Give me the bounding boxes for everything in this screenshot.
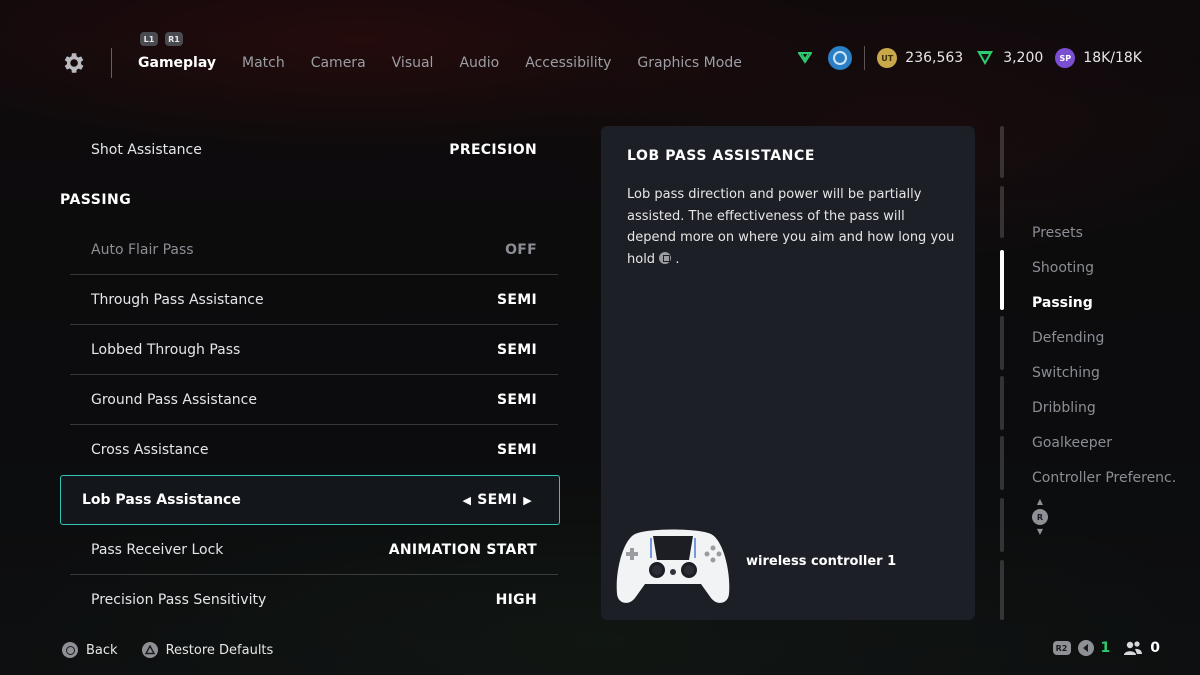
right-stick-scroll-icon: ▲ R ▼ [1031, 498, 1049, 536]
tab-graphics-mode[interactable]: Graphics Mode [637, 55, 741, 71]
scroll-segment [1000, 186, 1004, 238]
setting-row-lobbed-through-pass[interactable]: Lobbed Through Pass SEMI [70, 325, 558, 375]
tab-gameplay[interactable]: Gameplay [138, 55, 216, 71]
setting-value: SEMI [497, 391, 537, 408]
setting-value: ANIMATION START [388, 541, 537, 558]
setting-label: Cross Assistance [91, 442, 209, 458]
online-icon [1077, 640, 1094, 656]
scroll-segment [1000, 126, 1004, 178]
triangle-up-icon: ▲ [1036, 497, 1044, 506]
scroll-segment [1000, 498, 1004, 552]
nav-item-goalkeeper[interactable]: Goalkeeper [1032, 425, 1177, 460]
setting-label: Lobbed Through Pass [91, 341, 241, 358]
scroll-segment [1000, 560, 1004, 620]
status-chevron-icon [798, 52, 813, 64]
setting-label: Shot Assistance [91, 142, 202, 158]
setting-value: SEMI [497, 341, 537, 358]
back-button[interactable]: Back [86, 643, 118, 658]
tab-match[interactable]: Match [242, 55, 285, 71]
controller-icon [616, 529, 730, 603]
footer-status: R2 1 0 [1052, 640, 1160, 656]
scrollbar[interactable] [1000, 126, 1005, 620]
nav-item-passing[interactable]: Passing [1032, 285, 1177, 320]
setting-value: OFF [505, 241, 537, 258]
settings-tabs: Gameplay Match Camera Visual Audio Acces… [138, 55, 742, 71]
nav-item-presets[interactable]: Presets [1032, 215, 1177, 250]
scroll-segment [1000, 436, 1004, 490]
setting-value-selector: ◀ SEMI ▶ [456, 492, 538, 508]
setting-value: PRECISION [449, 142, 537, 158]
tab-camera[interactable]: Camera [311, 55, 366, 71]
points-amount: 3,200 [1003, 50, 1044, 66]
currency-divider [864, 46, 866, 70]
triangle-down-icon: ▼ [1036, 527, 1044, 536]
points-icon [977, 51, 994, 65]
currency-bar: UT 236,563 3,200 SP 18K/18K [798, 46, 1142, 70]
nav-item-dribbling[interactable]: Dribbling [1032, 390, 1177, 425]
square-button-icon [659, 251, 672, 264]
restore-defaults-button[interactable]: Restore Defaults [166, 643, 274, 658]
sp-icon: SP [1055, 48, 1076, 68]
setting-row-pass-receiver-lock[interactable]: Pass Receiver Lock ANIMATION START [70, 525, 558, 575]
tab-visual[interactable]: Visual [392, 55, 434, 71]
section-title-passing: PASSING [60, 192, 132, 208]
tab-accessibility[interactable]: Accessibility [525, 55, 611, 71]
sp-amount: 18K/18K [1083, 50, 1142, 66]
friends-icon[interactable] [1123, 640, 1143, 656]
footer-actions: Back Restore Defaults [62, 642, 273, 658]
setting-row-ground-pass-assistance[interactable]: Ground Pass Assistance SEMI [70, 375, 558, 425]
nav-item-shooting[interactable]: Shooting [1032, 250, 1177, 285]
club-badge-icon [828, 46, 853, 70]
scroll-thumb[interactable] [1000, 250, 1004, 310]
setting-row-lob-pass-assistance[interactable]: Lob Pass Assistance ◀ SEMI ▶ [60, 475, 560, 525]
header-divider [111, 48, 112, 78]
triangle-button-icon [141, 642, 158, 658]
category-nav: Presets Shooting Passing Defending Switc… [1032, 215, 1177, 495]
setting-row-shot-assistance[interactable]: Shot Assistance PRECISION [70, 125, 558, 175]
setting-value: SEMI [477, 492, 518, 508]
scroll-segment [1000, 376, 1004, 430]
passing-settings-list: Shot Assistance PRECISION PASSING Auto F… [60, 125, 560, 625]
r1-bumper-icon[interactable]: R1 [165, 32, 183, 46]
scroll-segment [1000, 316, 1004, 370]
setting-row-cross-assistance[interactable]: Cross Assistance SEMI [70, 425, 558, 475]
setting-label: Auto Flair Pass [91, 241, 194, 258]
settings-gear-icon[interactable] [60, 50, 86, 76]
controller-label: wireless controller 1 [746, 554, 897, 569]
friends-count: 0 [1150, 640, 1160, 656]
tab-audio[interactable]: Audio [459, 55, 499, 71]
r-stick-icon: R [1032, 509, 1048, 525]
coins-icon: UT [877, 48, 898, 68]
coins-amount: 236,563 [905, 50, 964, 66]
setting-row-auto-flair-pass[interactable]: Auto Flair Pass OFF [70, 225, 558, 275]
info-panel: LOB PASS ASSISTANCE Lob pass direction a… [601, 126, 975, 620]
setting-row-precision-pass-sensitivity[interactable]: Precision Pass Sensitivity HIGH [70, 575, 558, 625]
info-panel-title: LOB PASS ASSISTANCE [627, 148, 816, 164]
description-end: . [675, 251, 680, 267]
setting-row-through-pass-assistance[interactable]: Through Pass Assistance SEMI [70, 275, 558, 325]
info-panel-description: Lob pass direction and power will be par… [627, 184, 957, 270]
online-count: 1 [1100, 640, 1111, 656]
setting-label: Pass Receiver Lock [91, 541, 224, 558]
nav-item-switching[interactable]: Switching [1032, 355, 1177, 390]
arrow-left-icon[interactable]: ◀ [462, 494, 471, 507]
setting-value: SEMI [497, 442, 537, 458]
r2-trigger-icon: R2 [1052, 641, 1071, 655]
setting-value: HIGH [495, 592, 537, 608]
setting-label: Through Pass Assistance [91, 291, 264, 308]
nav-item-defending[interactable]: Defending [1032, 320, 1177, 355]
setting-label: Lob Pass Assistance [82, 492, 241, 508]
circle-button-icon [62, 642, 78, 658]
setting-label: Precision Pass Sensitivity [91, 592, 267, 608]
nav-item-controller-preferences[interactable]: Controller Preferenc... [1032, 460, 1177, 495]
arrow-right-icon[interactable]: ▶ [523, 494, 532, 507]
setting-value: SEMI [497, 291, 537, 308]
l1-bumper-icon[interactable]: L1 [140, 32, 158, 46]
setting-label: Ground Pass Assistance [91, 391, 257, 408]
